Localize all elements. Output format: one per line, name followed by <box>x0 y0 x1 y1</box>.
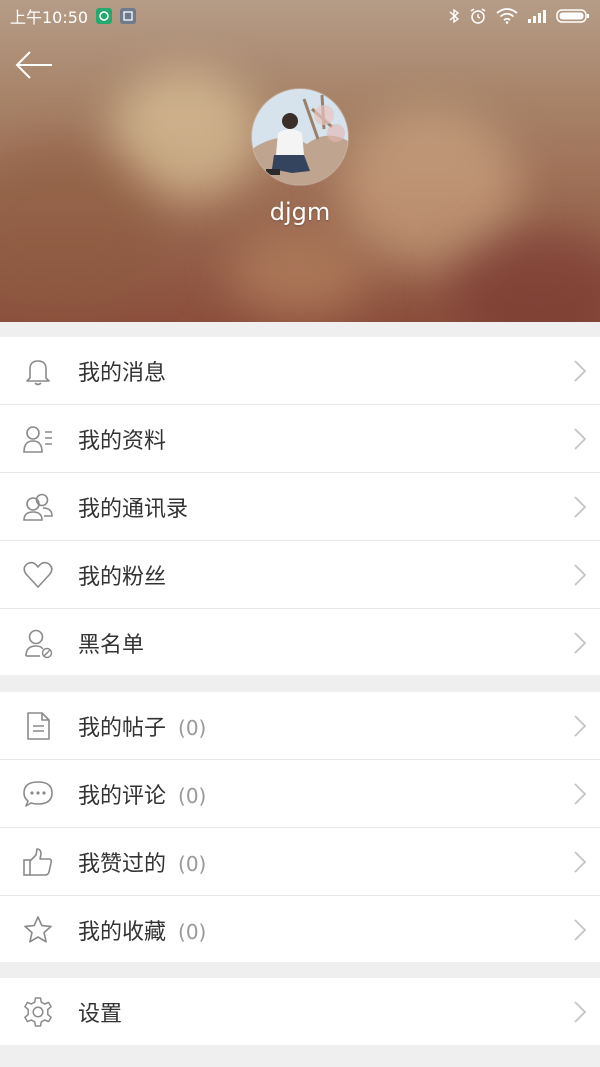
status-icons <box>448 7 590 25</box>
profile-header: 上午10:50 djgm <box>0 0 600 322</box>
menu-item-count: (0) <box>178 920 207 944</box>
battery-icon <box>556 9 589 23</box>
star-icon <box>24 916 52 943</box>
menu-item-label: 我的评论 (0) <box>78 778 206 810</box>
menu-item-count: (0) <box>178 851 207 876</box>
app-notification-icon <box>120 8 137 24</box>
shield-notification-icon <box>96 8 113 24</box>
menu-item-label: 我的通讯录 <box>78 496 189 522</box>
avatar[interactable] <box>252 89 348 185</box>
chevron-right-icon <box>574 714 587 737</box>
wifi-icon <box>496 8 518 24</box>
menu-item-count: (0) <box>178 783 207 808</box>
menu-group-3: 设置 <box>0 978 600 1045</box>
menu-item-label: 设置 <box>78 1002 123 1027</box>
menu-item-fans[interactable]: 我的粉丝 <box>0 541 600 609</box>
gear-icon <box>24 997 52 1027</box>
profile-list-icon <box>23 425 52 453</box>
contacts-icon <box>23 493 53 521</box>
document-icon <box>27 711 50 740</box>
user-block-icon <box>25 629 53 659</box>
menu-item-posts[interactable]: 我的帖子 (0) <box>0 692 600 760</box>
menu-item-label: 我的资料 <box>78 428 167 454</box>
status-bar: 上午10:50 <box>0 0 600 32</box>
menu-item-label: 我的消息 <box>78 360 167 386</box>
avatar-photo <box>252 89 348 185</box>
chevron-right-icon <box>574 563 587 586</box>
menu-item-label: 我赞过的 (0) <box>78 846 206 878</box>
menu-item-settings[interactable]: 设置 <box>0 978 600 1046</box>
heart-icon <box>23 561 53 588</box>
menu-item-liked[interactable]: 我赞过的 (0) <box>0 828 600 896</box>
thumbs-up-icon <box>23 847 53 876</box>
menu-item-label: 我的粉丝 <box>78 564 167 590</box>
menu-item-comments[interactable]: 我的评论 (0) <box>0 760 600 828</box>
menu-group-2: 我的帖子 (0) 我的评论 (0) 我赞过的 (0) 我的收藏 (0) <box>0 692 600 962</box>
menu-item-text: 我赞过的 <box>78 851 167 877</box>
menu-item-count: (0) <box>178 715 207 740</box>
bluetooth-icon <box>449 8 460 24</box>
chevron-right-icon <box>574 632 587 654</box>
profile-screen: 上午10:50 djgm 我的消息 我的资料 我的通讯录 我的粉丝 黑名单 我的… <box>0 0 600 1067</box>
back-button[interactable] <box>12 46 56 84</box>
signal-icon <box>528 10 546 23</box>
back-arrow-icon <box>15 51 52 79</box>
username: djgm <box>269 198 331 226</box>
menu-item-favorites[interactable]: 我的收藏 (0) <box>0 896 600 964</box>
status-time: 上午10:50 <box>10 8 89 27</box>
menu-item-text: 我的收藏 <box>78 920 167 945</box>
chevron-right-icon <box>574 495 587 518</box>
menu-item-label: 我的收藏 (0) <box>78 914 206 946</box>
chevron-right-icon <box>574 782 587 805</box>
menu-item-profile[interactable]: 我的资料 <box>0 405 600 473</box>
chevron-right-icon <box>574 919 587 941</box>
header-bokeh <box>230 230 370 320</box>
menu-item-messages[interactable]: 我的消息 <box>0 337 600 405</box>
chevron-right-icon <box>574 427 587 450</box>
menu-item-label: 我的帖子 (0) <box>78 710 206 742</box>
menu-item-blacklist[interactable]: 黑名单 <box>0 609 600 677</box>
menu-group-1: 我的消息 我的资料 我的通讯录 我的粉丝 黑名单 <box>0 337 600 675</box>
comment-icon <box>23 780 53 807</box>
menu-item-label: 黑名单 <box>78 633 145 658</box>
chevron-right-icon <box>574 1001 587 1023</box>
alarm-icon <box>470 8 486 24</box>
chevron-right-icon <box>574 850 587 873</box>
menu-item-text: 我的评论 <box>78 783 167 809</box>
menu-item-text: 我的帖子 <box>78 715 167 741</box>
chevron-right-icon <box>574 359 587 382</box>
menu-item-contacts[interactable]: 我的通讯录 <box>0 473 600 541</box>
bell-icon <box>26 359 50 385</box>
